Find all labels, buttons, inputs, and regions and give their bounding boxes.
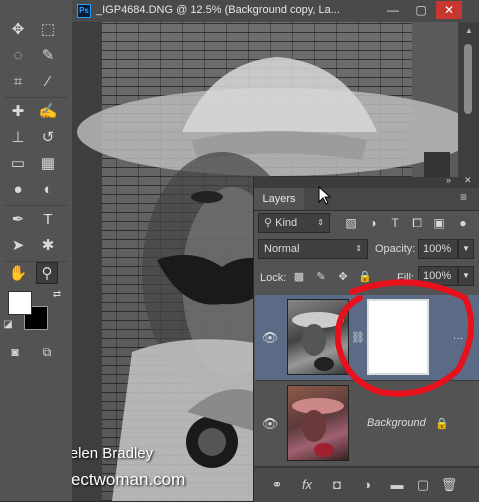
photoshop-icon: Ps: [77, 4, 91, 18]
blend-mode-value: Normal: [264, 243, 300, 255]
panel-header: » ✕: [254, 175, 479, 188]
lasso-icon[interactable]: ◌: [7, 45, 29, 67]
move-icon[interactable]: ✥: [7, 19, 29, 41]
dodge-icon[interactable]: ◐: [37, 179, 59, 201]
zoom-icon[interactable]: ⚲: [36, 262, 58, 284]
hand-icon[interactable]: ✋: [7, 263, 29, 285]
filter-kind-value: Kind: [275, 217, 298, 229]
maximize-button[interactable]: ▢: [408, 1, 434, 19]
eye-icon[interactable]: 👁: [259, 413, 281, 435]
opacity-label: Opacity:: [375, 243, 416, 255]
document-tab[interactable]: Ps _IGP4684.DNG @ 12.5% (Background copy…: [72, 0, 479, 23]
lock-pixels-icon[interactable]: ✎: [310, 266, 332, 288]
chevron-updown-icon: ⇕: [317, 218, 324, 227]
document-title: _IGP4684.DNG @ 12.5% (Background copy, L…: [96, 4, 340, 16]
filter-kind-select[interactable]: ⚲ Kind ⇕: [258, 213, 330, 233]
quick-select-icon[interactable]: ✎: [37, 45, 59, 67]
path-select-icon[interactable]: ➤: [7, 235, 29, 257]
default-colors-icon[interactable]: ◪: [1, 318, 15, 332]
adjustment-icon[interactable]: ◑: [358, 476, 376, 494]
scrollbar-thumb[interactable]: [464, 44, 472, 114]
new-layer-icon[interactable]: ▢: [414, 476, 432, 494]
fx-icon[interactable]: fx: [298, 476, 316, 494]
smart-object-filter-icon[interactable]: ▣: [428, 212, 450, 234]
adjustment-filter-icon[interactable]: ◑: [362, 212, 384, 234]
tools-panel: ✥ ⬚ ◌ ✎ ⌗ ⁄ ✚ ✍ ⊥ ↺ ▭ ▦ ● ◐ ✒ T ➤ ✱ ✋ ⚲ …: [0, 0, 73, 501]
panel-menu-icon[interactable]: ≡: [460, 190, 467, 204]
tool-divider: [4, 97, 68, 98]
shape-filter-icon[interactable]: ⧠: [406, 212, 428, 234]
mouse-cursor-icon: [318, 186, 332, 205]
add-mask-icon[interactable]: ◘: [328, 476, 346, 494]
swap-colors-icon[interactable]: ⇄: [50, 288, 64, 302]
eraser-icon[interactable]: ▭: [7, 153, 29, 175]
shape-icon[interactable]: ✱: [37, 235, 59, 257]
screen-mode-icon[interactable]: ⧉: [36, 341, 58, 363]
pixel-filter-icon[interactable]: ▧: [340, 212, 362, 234]
chevron-updown-icon: ⇕: [355, 244, 362, 253]
search-icon: ⚲: [264, 217, 273, 229]
opacity-dropdown-icon[interactable]: ▼: [458, 239, 474, 259]
panel-close-icon[interactable]: ✕: [464, 175, 472, 186]
type-filter-icon[interactable]: T: [384, 212, 406, 234]
clone-stamp-icon[interactable]: ⊥: [7, 127, 29, 149]
annotation-circle: [334, 279, 475, 397]
gradient-icon[interactable]: ▦: [37, 153, 59, 175]
quick-mask-icon[interactable]: ◙: [4, 341, 26, 363]
tab-layers[interactable]: Layers: [254, 188, 304, 210]
blend-mode-select[interactable]: Normal ⇕: [258, 239, 368, 259]
foreground-color-swatch[interactable]: [8, 291, 32, 315]
marquee-icon[interactable]: ⬚: [37, 19, 59, 41]
lock-transparent-icon[interactable]: ▩: [288, 266, 310, 288]
folder-icon[interactable]: ▬: [388, 476, 406, 494]
filter-toggle-icon[interactable]: ●: [452, 212, 474, 234]
opacity-field[interactable]: 100%: [418, 239, 458, 259]
crop-icon[interactable]: ⌗: [7, 71, 29, 93]
layer-name: Background: [367, 417, 426, 429]
trash-icon[interactable]: 🗑: [440, 476, 458, 494]
copyright-text: © 2012, Helen Bradley: [72, 445, 154, 462]
link-icon[interactable]: ⚭: [268, 476, 286, 494]
eyedropper-icon[interactable]: ⁄: [37, 71, 59, 93]
panel-tab-bar: Layers ≡: [254, 188, 479, 211]
close-button[interactable]: ✕: [436, 1, 462, 19]
pen-icon[interactable]: ✒: [7, 209, 29, 231]
type-icon[interactable]: T: [37, 209, 59, 231]
tool-divider: [4, 205, 68, 206]
website-text: www.projectwoman.com: [72, 470, 186, 489]
lock-label: Lock:: [260, 272, 287, 284]
collapse-icon[interactable]: »: [446, 175, 451, 185]
layers-footer: ⚭ fx ◘ ◑ ▬ ▢ 🗑: [254, 467, 479, 502]
history-brush-icon[interactable]: ↺: [37, 127, 59, 149]
healing-brush-icon[interactable]: ✚: [7, 101, 29, 123]
lock-icon: 🔒: [435, 418, 449, 430]
blur-icon[interactable]: ●: [7, 179, 29, 201]
brush-icon[interactable]: ✍: [37, 101, 59, 123]
eye-icon[interactable]: 👁: [259, 327, 281, 349]
minimize-button[interactable]: —: [380, 1, 406, 19]
scroll-up-icon[interactable]: ▲: [465, 26, 473, 35]
